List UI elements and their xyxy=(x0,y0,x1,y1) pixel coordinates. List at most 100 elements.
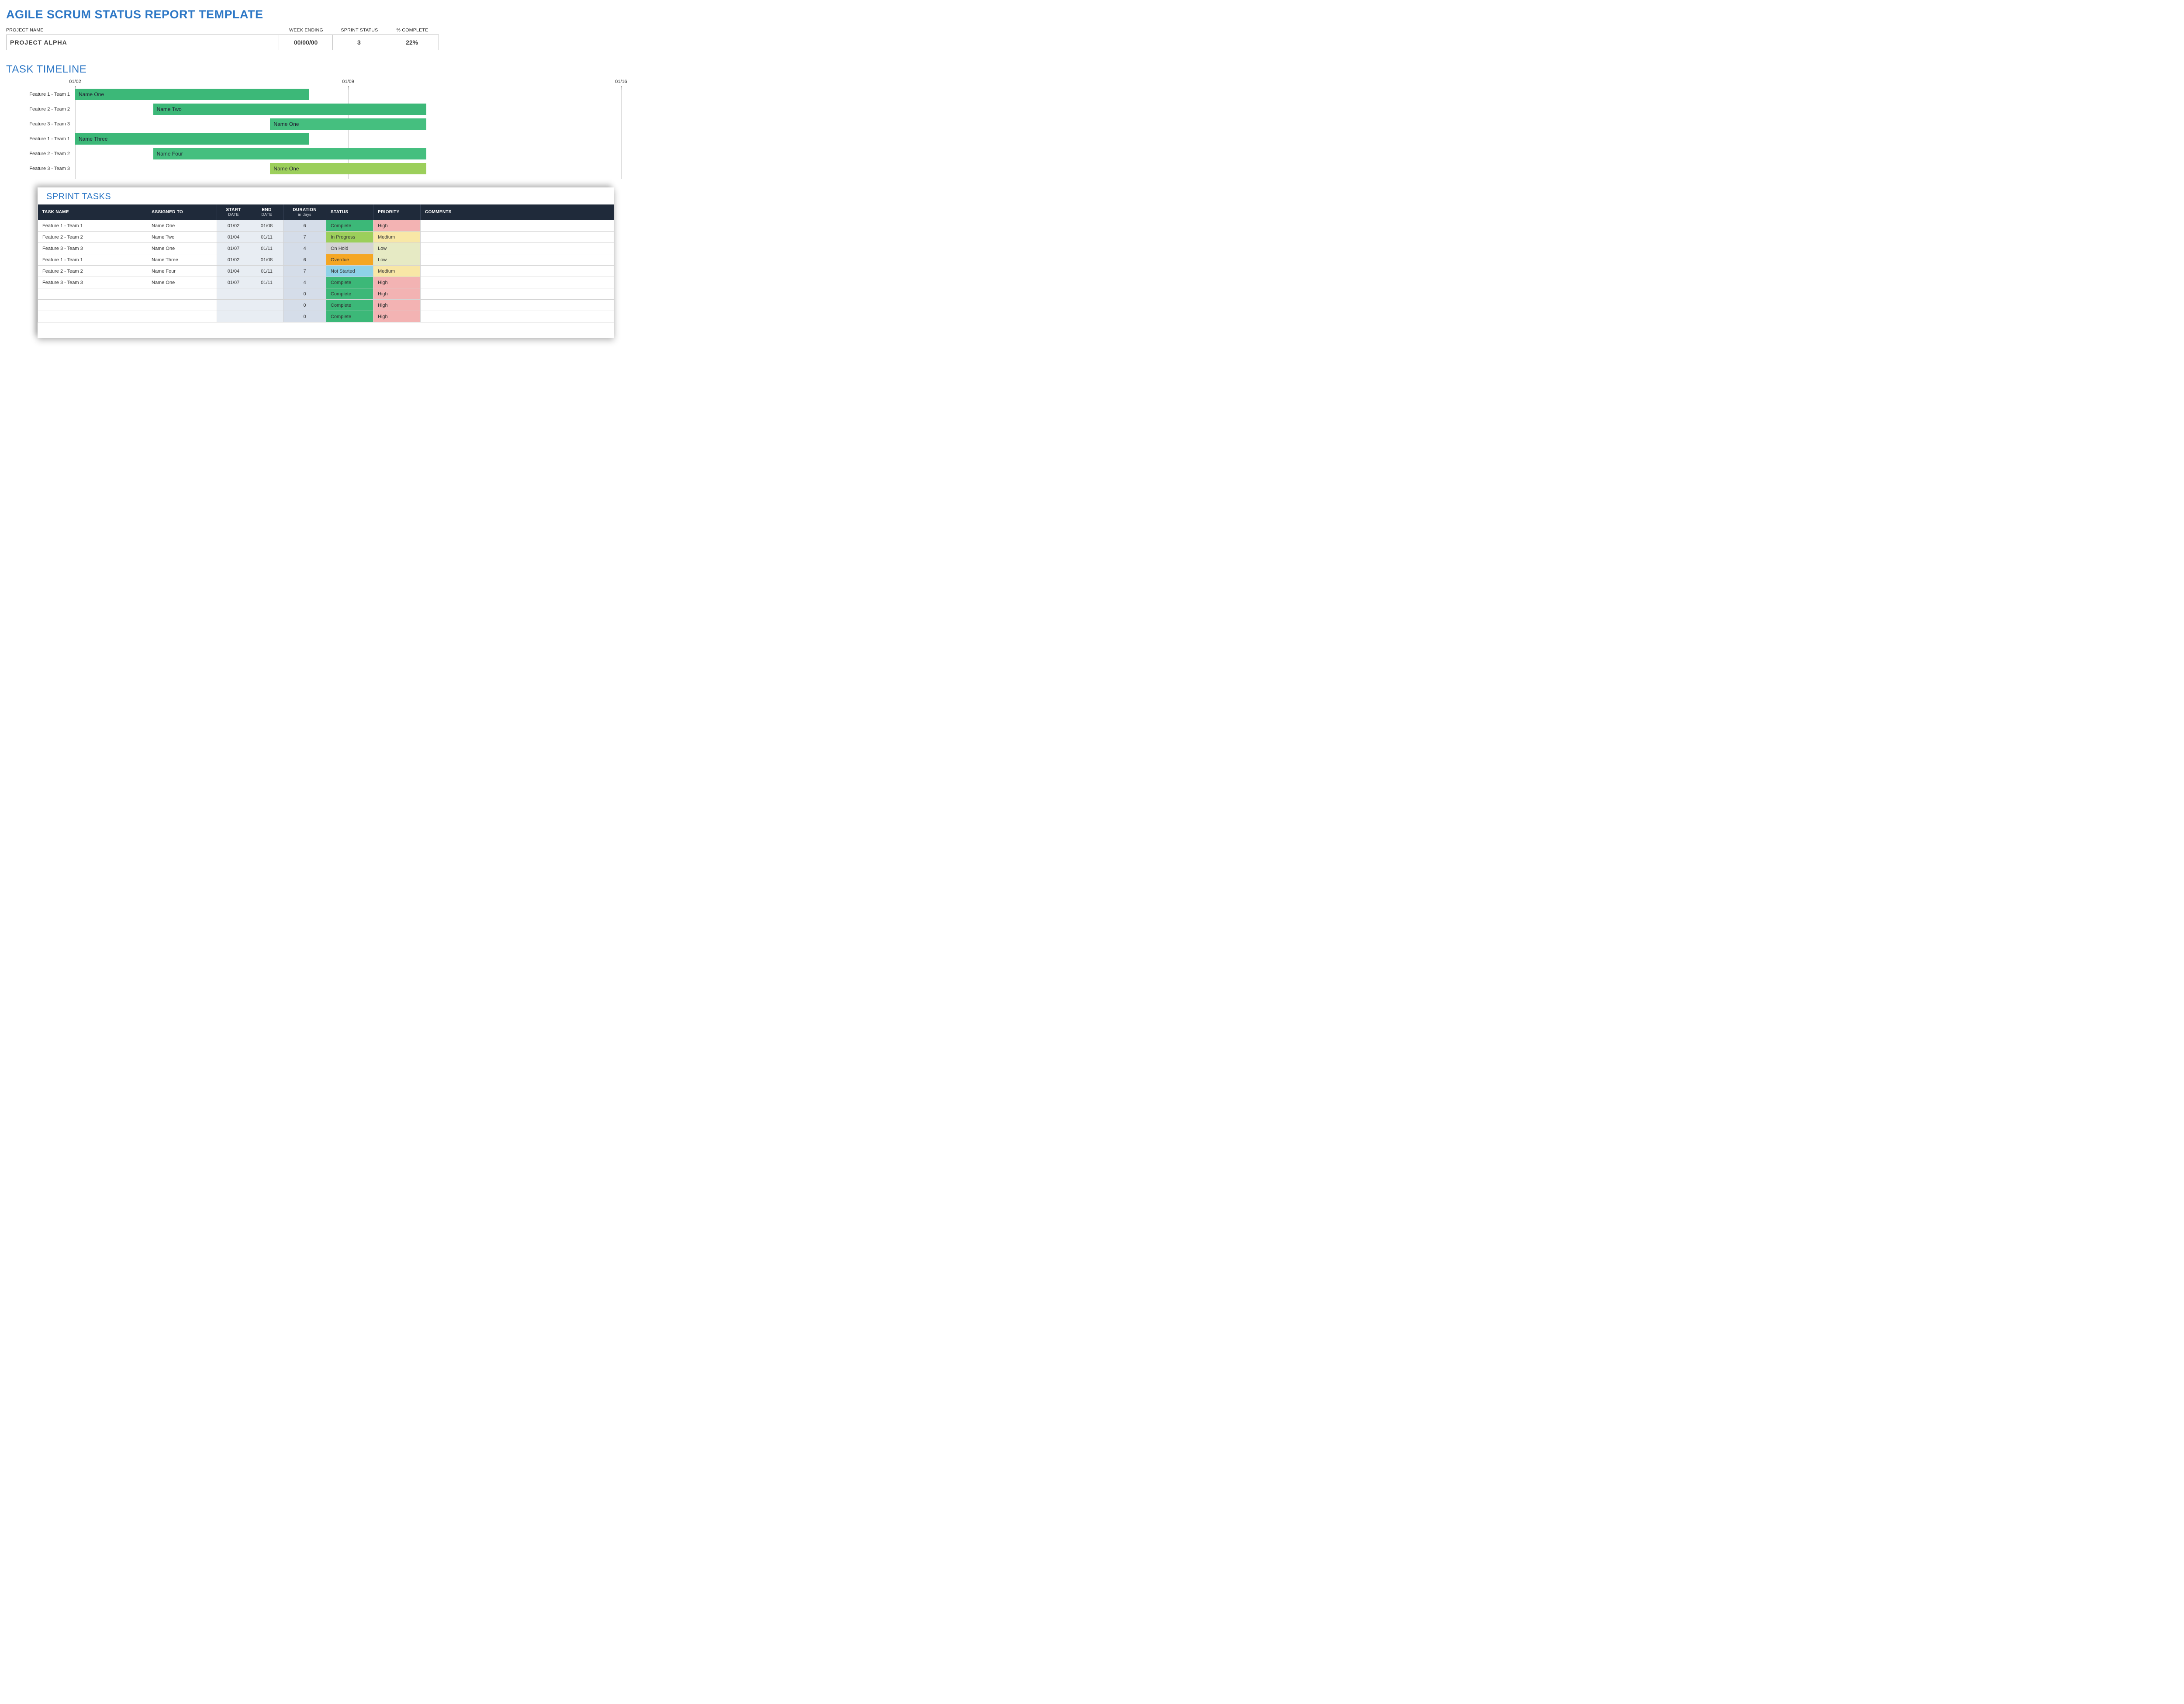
gantt-row: Feature 1 - Team 1Name Three xyxy=(6,132,623,145)
cell-assigned-to[interactable] xyxy=(147,300,217,311)
cell-end-date[interactable]: 01/11 xyxy=(250,277,283,288)
cell-comments[interactable] xyxy=(421,220,614,232)
cell-task-name[interactable]: Feature 1 - Team 1 xyxy=(38,220,147,232)
value-week-ending[interactable]: 00/00/00 xyxy=(279,35,333,50)
cell-duration: 6 xyxy=(283,220,326,232)
cell-start-date[interactable]: 01/07 xyxy=(217,243,250,254)
gantt-gridline xyxy=(621,87,622,179)
gantt-row-label: Feature 1 - Team 1 xyxy=(6,136,75,142)
cell-end-date[interactable]: 01/08 xyxy=(250,254,283,266)
cell-status[interactable]: Complete xyxy=(326,288,373,300)
cell-comments[interactable] xyxy=(421,266,614,277)
cell-priority[interactable]: High xyxy=(373,277,421,288)
gantt-axis: 01/0201/0901/16 xyxy=(75,79,623,88)
cell-task-name[interactable]: Feature 3 - Team 3 xyxy=(38,277,147,288)
cell-comments[interactable] xyxy=(421,288,614,300)
cell-end-date[interactable] xyxy=(250,288,283,300)
cell-task-name[interactable] xyxy=(38,311,147,322)
gantt-bar[interactable]: Name One xyxy=(270,163,426,174)
th-priority: PRIORITY xyxy=(373,204,421,220)
cell-assigned-to[interactable]: Name One xyxy=(147,277,217,288)
cell-assigned-to[interactable] xyxy=(147,288,217,300)
cell-priority[interactable]: High xyxy=(373,311,421,322)
cell-end-date[interactable] xyxy=(250,311,283,322)
value-pct-complete[interactable]: 22% xyxy=(385,35,439,50)
cell-comments[interactable] xyxy=(421,300,614,311)
cell-priority[interactable]: Low xyxy=(373,243,421,254)
cell-assigned-to[interactable]: Name Four xyxy=(147,266,217,277)
gantt-bar[interactable]: Name One xyxy=(75,89,309,100)
cell-priority[interactable]: Low xyxy=(373,254,421,266)
cell-task-name[interactable] xyxy=(38,288,147,300)
cell-start-date[interactable] xyxy=(217,288,250,300)
cell-assigned-to[interactable]: Name One xyxy=(147,243,217,254)
value-sprint-status[interactable]: 3 xyxy=(333,35,385,50)
gantt-bar[interactable]: Name Three xyxy=(75,133,309,145)
cell-status[interactable]: In Progress xyxy=(326,232,373,243)
gantt-track: Name One xyxy=(75,89,623,100)
cell-end-date[interactable]: 01/08 xyxy=(250,220,283,232)
th-comments: COMMENTS xyxy=(421,204,614,220)
cell-comments[interactable] xyxy=(421,232,614,243)
cell-status[interactable]: Not Started xyxy=(326,266,373,277)
cell-start-date[interactable]: 01/04 xyxy=(217,266,250,277)
cell-assigned-to[interactable]: Name Three xyxy=(147,254,217,266)
cell-status[interactable]: Overdue xyxy=(326,254,373,266)
cell-duration: 7 xyxy=(283,232,326,243)
cell-priority[interactable]: Medium xyxy=(373,232,421,243)
cell-start-date[interactable]: 01/04 xyxy=(217,232,250,243)
label-week-ending: WEEK ENDING xyxy=(279,28,333,33)
cell-assigned-to[interactable]: Name Two xyxy=(147,232,217,243)
cell-task-name[interactable] xyxy=(38,300,147,311)
gantt-bar[interactable]: Name Four xyxy=(153,148,426,159)
cell-duration: 7 xyxy=(283,266,326,277)
gantt-row-label: Feature 3 - Team 3 xyxy=(6,121,75,127)
cell-comments[interactable] xyxy=(421,277,614,288)
label-sprint-status: SPRINT STATUS xyxy=(333,28,386,33)
gantt-track: Name Four xyxy=(75,148,623,159)
cell-start-date[interactable] xyxy=(217,311,250,322)
gantt-bar[interactable]: Name One xyxy=(270,118,426,130)
table-row: Feature 1 - Team 1Name One01/0201/086Com… xyxy=(38,220,614,232)
cell-assigned-to[interactable]: Name One xyxy=(147,220,217,232)
gantt-row: Feature 1 - Team 1Name One xyxy=(6,88,623,101)
gantt-row-label: Feature 3 - Team 3 xyxy=(6,166,75,171)
cell-end-date[interactable]: 01/11 xyxy=(250,266,283,277)
cell-comments[interactable] xyxy=(421,311,614,322)
cell-priority[interactable]: High xyxy=(373,300,421,311)
cell-status[interactable]: Complete xyxy=(326,311,373,322)
cell-end-date[interactable] xyxy=(250,300,283,311)
gantt-rows: Feature 1 - Team 1Name OneFeature 2 - Te… xyxy=(6,88,623,175)
cell-start-date[interactable] xyxy=(217,300,250,311)
gantt-bar[interactable]: Name Two xyxy=(153,104,426,115)
cell-assigned-to[interactable] xyxy=(147,311,217,322)
cell-priority[interactable]: High xyxy=(373,288,421,300)
cell-duration: 4 xyxy=(283,243,326,254)
sprint-tasks-table: TASK NAME ASSIGNED TO STARTDATE ENDDATE … xyxy=(38,204,614,322)
cell-priority[interactable]: Medium xyxy=(373,266,421,277)
cell-status[interactable]: On Hold xyxy=(326,243,373,254)
cell-end-date[interactable]: 01/11 xyxy=(250,243,283,254)
cell-status[interactable]: Complete xyxy=(326,300,373,311)
cell-status[interactable]: Complete xyxy=(326,277,373,288)
cell-start-date[interactable]: 01/02 xyxy=(217,254,250,266)
sprint-tasks-title: SPRINT TASKS xyxy=(38,192,614,204)
gantt-track: Name One xyxy=(75,163,623,174)
cell-task-name[interactable]: Feature 2 - Team 2 xyxy=(38,266,147,277)
cell-start-date[interactable]: 01/07 xyxy=(217,277,250,288)
cell-task-name[interactable]: Feature 3 - Team 3 xyxy=(38,243,147,254)
cell-comments[interactable] xyxy=(421,254,614,266)
cell-end-date[interactable]: 01/11 xyxy=(250,232,283,243)
gantt-tick: 01/16 xyxy=(615,79,627,84)
cell-duration: 4 xyxy=(283,277,326,288)
cell-task-name[interactable]: Feature 1 - Team 1 xyxy=(38,254,147,266)
cell-comments[interactable] xyxy=(421,243,614,254)
cell-start-date[interactable]: 01/02 xyxy=(217,220,250,232)
label-pct-complete: % COMPLETE xyxy=(386,28,439,33)
cell-priority[interactable]: High xyxy=(373,220,421,232)
cell-task-name[interactable]: Feature 2 - Team 2 xyxy=(38,232,147,243)
table-row: 0CompleteHigh xyxy=(38,300,614,311)
gantt-track: Name One xyxy=(75,118,623,130)
value-project-name[interactable]: PROJECT ALPHA xyxy=(7,35,279,50)
cell-status[interactable]: Complete xyxy=(326,220,373,232)
